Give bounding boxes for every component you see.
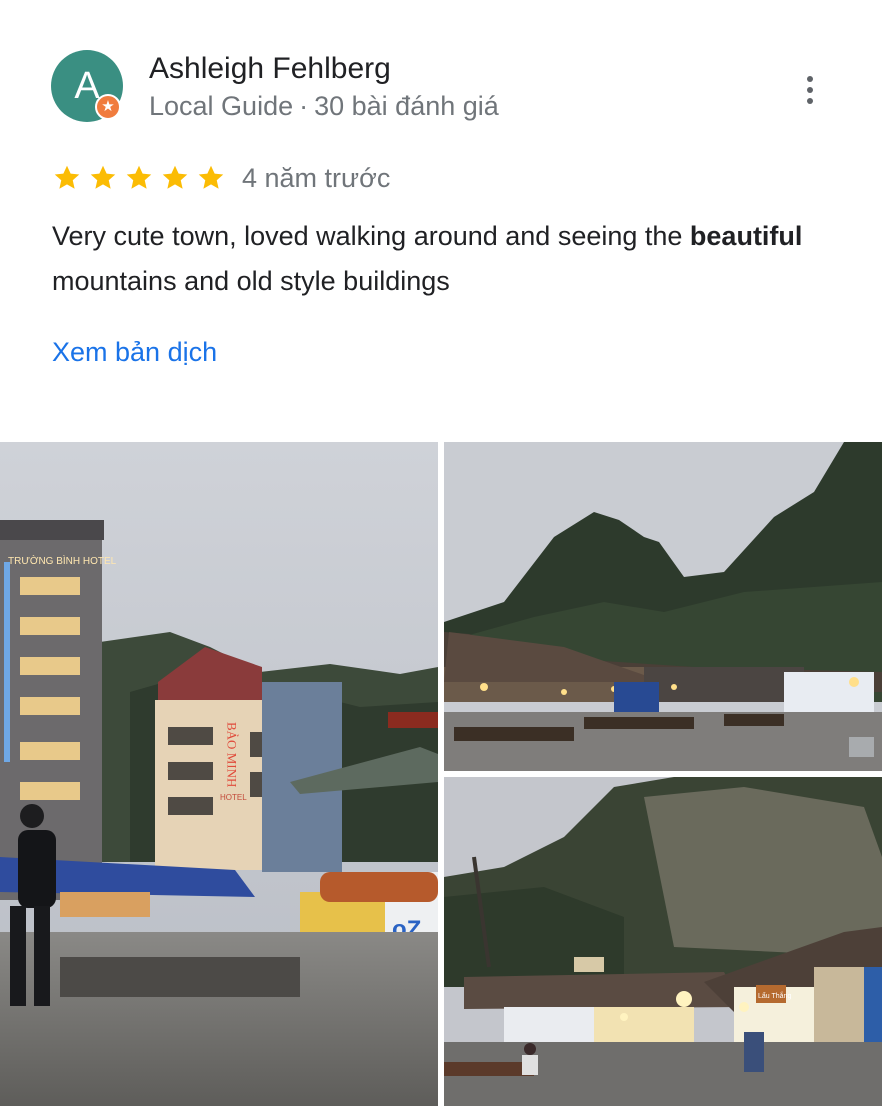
review-count: 30 bài đánh giá [314,91,499,121]
star-icon [124,163,154,193]
review-text: Very cute town, loved walking around and… [52,214,842,304]
shop-sign: Lẩu Thắng [758,991,791,1000]
more-vert-icon-dot [807,98,813,104]
meta-separator: · [299,91,309,121]
review-time: 4 năm trước [242,163,391,193]
translate-link[interactable]: Xem bản dịch [52,337,217,368]
top-building-sign: TRƯỜNG BÌNH HOTEL [8,554,117,567]
more-vert-icon-dot [807,87,813,93]
more-vert-icon [807,76,813,82]
review-text-highlight: beautiful [689,221,803,251]
star-icon [88,163,118,193]
local-guide-badge-icon: ★ [95,94,121,120]
photo-mountain-illustration [444,442,882,771]
local-guide-label: Local Guide [149,91,294,121]
star-icon [160,163,190,193]
star-icon [52,163,82,193]
review-photo-town-dusk[interactable]: TRƯỜNG BÌNH HOTEL BẢO MINH HOTEL TH oZ o… [0,442,438,1106]
review-photo-cliff-shops[interactable]: Lẩu Thắng [444,777,882,1106]
star-rating [52,163,226,193]
photo-town-illustration: TRƯỜNG BÌNH HOTEL BẢO MINH HOTEL TH oZ o… [0,442,438,1106]
hotel-vertical-sign: BẢO MINH [225,722,240,787]
review-card: A ★ Ashleigh Fehlberg Local Guide · 30 bài… [0,0,882,1114]
review-text-part: mountains and old style buildings [52,266,450,296]
card-bottom-divider [0,1106,882,1114]
author-name[interactable]: Ashleigh Fehlberg [149,52,391,86]
star-icon [196,163,226,193]
more-options-button[interactable] [790,70,830,110]
review-photo-mountain-square[interactable] [444,442,882,771]
review-text-part: Very cute town, loved walking around and… [52,221,690,251]
hotel-small-sign: HOTEL [220,793,247,802]
author-meta: Local Guide · 30 bài đánh giá [149,91,499,122]
photo-cliff-illustration: Lẩu Thắng [444,777,882,1106]
